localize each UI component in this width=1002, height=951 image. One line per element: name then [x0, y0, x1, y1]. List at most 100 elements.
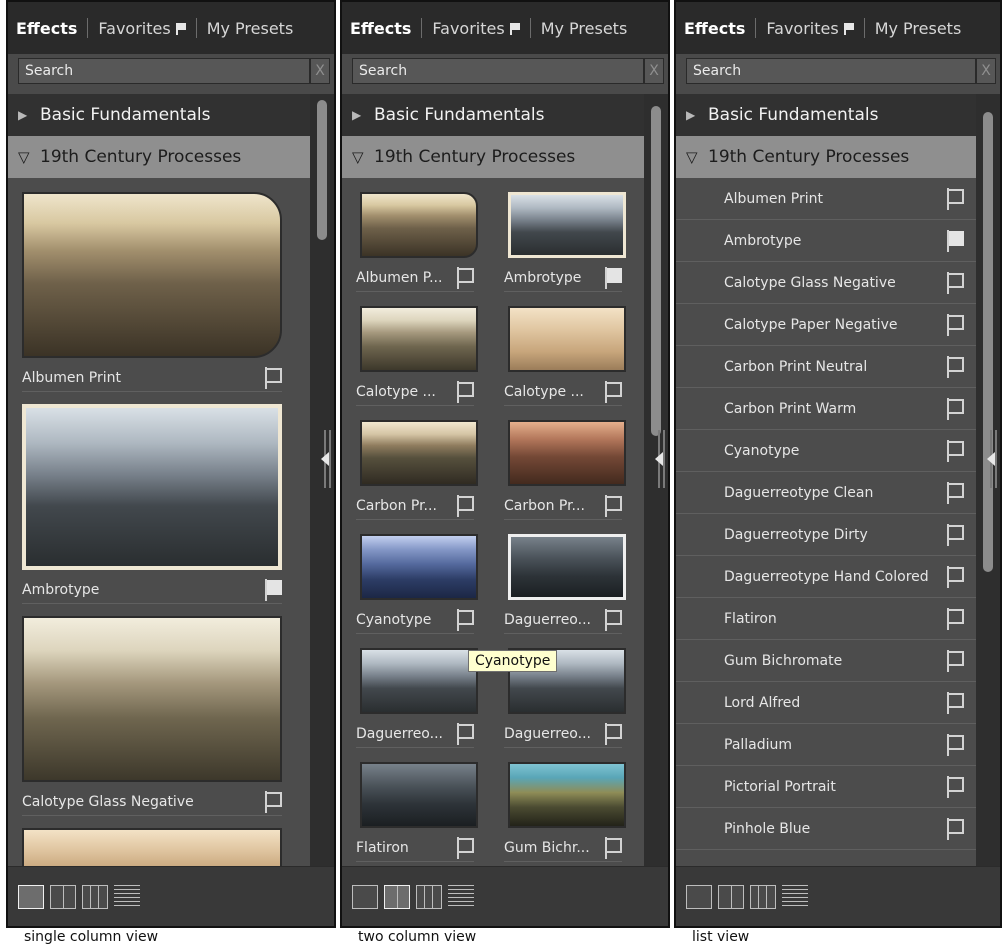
two-column-view-button[interactable]: [384, 884, 410, 909]
flag-icon[interactable]: [946, 523, 964, 546]
flag-icon[interactable]: [946, 439, 964, 462]
list-item[interactable]: Carbon Print Neutral: [676, 346, 976, 388]
list-item[interactable]: Lord Alfred: [676, 682, 976, 724]
flag-icon[interactable]: [604, 722, 622, 745]
preset-thumbnail[interactable]: [508, 306, 626, 372]
flag-icon[interactable]: [456, 494, 474, 517]
panel-resize-handle[interactable]: [655, 430, 666, 488]
category-basic-fundamentals[interactable]: ▶ Basic Fundamentals: [676, 94, 976, 136]
flag-icon[interactable]: [604, 836, 622, 859]
category-19th-century-processes[interactable]: ▽ 19th Century Processes: [8, 136, 310, 178]
tab-favorites[interactable]: Favorites: [766, 19, 854, 38]
flag-icon[interactable]: [946, 313, 964, 336]
list-item[interactable]: Albumen Print: [676, 178, 976, 220]
tab-my-presets[interactable]: My Presets: [875, 19, 962, 38]
flag-icon[interactable]: [456, 608, 474, 631]
flag-icon[interactable]: [604, 380, 622, 403]
flag-icon[interactable]: [946, 355, 964, 378]
flag-icon[interactable]: [264, 578, 282, 601]
list-view-button[interactable]: [782, 884, 808, 909]
list-item[interactable]: Cyanotype: [676, 430, 976, 472]
three-column-view-button[interactable]: [750, 884, 776, 909]
category-19th-century-processes[interactable]: ▽ 19th Century Processes: [342, 136, 644, 178]
flag-icon[interactable]: [946, 691, 964, 714]
category-basic-fundamentals[interactable]: ▶ Basic Fundamentals: [342, 94, 644, 136]
list-item[interactable]: Carbon Print Warm: [676, 388, 976, 430]
preset-thumbnail[interactable]: [508, 534, 626, 600]
flag-icon[interactable]: [946, 229, 964, 252]
preset-thumbnail[interactable]: [508, 192, 626, 258]
panel-resize-handle[interactable]: [987, 430, 998, 488]
tab-effects[interactable]: Effects: [684, 19, 745, 38]
preset-thumbnail[interactable]: [360, 420, 478, 486]
preset-thumbnail[interactable]: [22, 192, 282, 358]
scrollbar-thumb[interactable]: [317, 100, 327, 240]
list-item[interactable]: Pinhole Blue: [676, 808, 976, 850]
flag-icon[interactable]: [264, 790, 282, 813]
tab-effects[interactable]: Effects: [350, 19, 411, 38]
list-item[interactable]: Palladium: [676, 724, 976, 766]
preset-thumbnail[interactable]: [360, 192, 478, 258]
preset-thumbnail[interactable]: [508, 420, 626, 486]
search-input[interactable]: Search: [686, 58, 976, 84]
preset-thumbnail[interactable]: [360, 762, 478, 828]
category-basic-fundamentals[interactable]: ▶ Basic Fundamentals: [8, 94, 310, 136]
category-19th-century-processes[interactable]: ▽ 19th Century Processes: [676, 136, 976, 178]
tab-effects[interactable]: Effects: [16, 19, 77, 38]
tab-my-presets[interactable]: My Presets: [207, 19, 294, 38]
clear-search-button[interactable]: X: [310, 58, 330, 84]
list-item[interactable]: Flatiron: [676, 598, 976, 640]
single-column-view-button[interactable]: [18, 884, 44, 909]
flag-icon[interactable]: [946, 271, 964, 294]
search-input[interactable]: Search: [18, 58, 310, 84]
list-view-button[interactable]: [114, 884, 140, 909]
flag-icon[interactable]: [946, 565, 964, 588]
flag-icon[interactable]: [264, 366, 282, 389]
three-column-view-button[interactable]: [82, 884, 108, 909]
two-column-view-button[interactable]: [50, 884, 76, 909]
flag-icon[interactable]: [456, 380, 474, 403]
flag-icon[interactable]: [946, 649, 964, 672]
flag-icon[interactable]: [946, 817, 964, 840]
flag-icon[interactable]: [946, 397, 964, 420]
preset-thumbnail[interactable]: [360, 306, 478, 372]
scrollbar-thumb[interactable]: [651, 106, 661, 436]
list-item[interactable]: Daguerreotype Hand Colored: [676, 556, 976, 598]
list-item[interactable]: Daguerreotype Clean: [676, 472, 976, 514]
flag-icon[interactable]: [604, 608, 622, 631]
list-view-button[interactable]: [448, 884, 474, 909]
flag-icon[interactable]: [946, 187, 964, 210]
flag-icon[interactable]: [604, 266, 622, 289]
preset-thumbnail[interactable]: [22, 828, 282, 866]
preset-thumbnail[interactable]: [360, 648, 478, 714]
list-item[interactable]: Calotype Glass Negative: [676, 262, 976, 304]
tab-favorites[interactable]: Favorites: [98, 19, 186, 38]
flag-icon[interactable]: [946, 607, 964, 630]
list-item[interactable]: Ambrotype: [676, 220, 976, 262]
single-column-view-button[interactable]: [352, 884, 378, 909]
flag-icon[interactable]: [456, 836, 474, 859]
preset-thumbnail[interactable]: [22, 616, 282, 782]
flag-icon[interactable]: [604, 494, 622, 517]
clear-search-button[interactable]: X: [976, 58, 996, 84]
two-column-view-button[interactable]: [718, 884, 744, 909]
list-item[interactable]: Pictorial Portrait: [676, 766, 976, 808]
preset-thumbnail[interactable]: [508, 762, 626, 828]
preset-thumbnail[interactable]: [360, 534, 478, 600]
scrollbar-thumb[interactable]: [983, 112, 993, 572]
clear-search-button[interactable]: X: [644, 58, 664, 84]
list-item[interactable]: Gum Bichromate: [676, 640, 976, 682]
tab-my-presets[interactable]: My Presets: [541, 19, 628, 38]
flag-icon[interactable]: [456, 722, 474, 745]
list-item[interactable]: Daguerreotype Dirty: [676, 514, 976, 556]
list-item[interactable]: Calotype Paper Negative: [676, 304, 976, 346]
three-column-view-button[interactable]: [416, 884, 442, 909]
search-input[interactable]: Search: [352, 58, 644, 84]
panel-resize-handle[interactable]: [321, 430, 332, 488]
single-column-view-button[interactable]: [686, 884, 712, 909]
flag-icon[interactable]: [946, 775, 964, 798]
flag-icon[interactable]: [946, 481, 964, 504]
flag-icon[interactable]: [946, 733, 964, 756]
preset-thumbnail[interactable]: [22, 404, 282, 570]
tab-favorites[interactable]: Favorites: [432, 19, 520, 38]
